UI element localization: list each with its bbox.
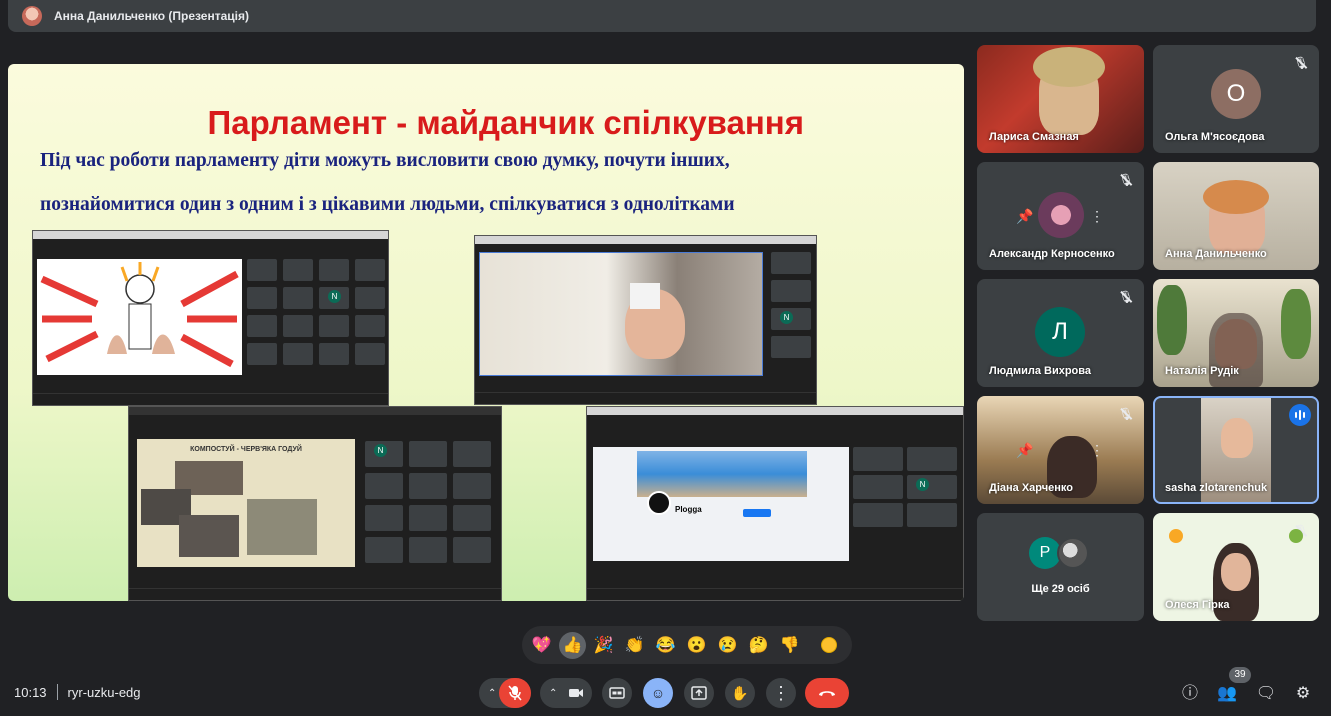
compost-slide-text: КОМПОСТУЙ - ЧЕРВ'ЯКА ГОДУЙ <box>190 446 302 453</box>
captions-icon <box>609 687 625 699</box>
people-count-badge: 39 <box>1229 667 1251 683</box>
participant-name: Людмила Вихрова <box>989 365 1092 377</box>
participant-name: Лариса Смазная <box>989 131 1079 143</box>
avatar: Л <box>1035 307 1085 357</box>
participant-name: Александр Керносенко <box>989 248 1115 260</box>
facebook-page-name: Plogga <box>675 505 702 514</box>
skin-tone-selector[interactable] <box>821 637 837 653</box>
end-call-icon <box>819 691 835 696</box>
participant-tile[interactable]: Лариса Смазная <box>977 45 1144 153</box>
participant-tile[interactable]: 🎙 📌 ⋮ Александр Керносенко <box>977 162 1144 270</box>
slide-text-line-1: Під час роботи парламенту діти можуть ви… <box>40 150 730 171</box>
raise-hand-button[interactable]: ✋ <box>725 678 755 708</box>
avatar: О <box>1211 69 1261 119</box>
reaction-thinking[interactable]: 🤔 <box>745 632 772 659</box>
tile-tools: 📌 ⋮ <box>1013 204 1109 228</box>
participant-name: Діана Харченко <box>989 482 1073 494</box>
present-icon <box>691 686 707 700</box>
slide-text-line-2: познайомитися один з одним і з цікавими … <box>40 194 735 215</box>
avatar <box>1057 537 1089 569</box>
reaction-laugh[interactable]: 😂 <box>652 632 679 659</box>
slide-screenshot-3: КОМПОСТУЙ - ЧЕРВ'ЯКА ГОДУЙ <box>128 406 502 601</box>
tile-tools: 📌 ⋮ <box>1013 438 1109 462</box>
mic-toggle-button[interactable] <box>499 678 531 708</box>
slide-screenshot-4: Plogga <box>586 406 964 601</box>
chat-icon[interactable]: 🗨 <box>1254 682 1278 706</box>
pin-icon[interactable]: 📌 <box>1013 438 1037 462</box>
participant-tile[interactable]: Анна Данильченко <box>1153 162 1319 270</box>
participant-name: Наталія Рудік <box>1165 365 1239 377</box>
participant-name: Анна Данильченко <box>1165 248 1267 260</box>
mic-off-icon: 🎙 <box>1118 407 1134 421</box>
more-vert-icon[interactable]: ⋮ <box>1085 438 1109 462</box>
more-participants-label: Ще 29 осіб <box>1031 583 1090 595</box>
camera-icon <box>569 689 583 697</box>
mic-off-icon: 🎙 <box>1118 173 1134 187</box>
presenter-bar: Анна Данильченко (Презентація) <box>8 0 1316 32</box>
slide-title: Парламент - майданчик спілкування <box>207 104 805 141</box>
reaction-party[interactable]: 🎉 <box>590 632 617 659</box>
stress-illustration <box>40 262 239 368</box>
reaction-heart[interactable]: 💖 <box>528 632 555 659</box>
presenter-avatar <box>22 6 42 26</box>
reaction-clap[interactable]: 👏 <box>621 632 648 659</box>
participant-tile[interactable]: 🎙 Наталія Рудік <box>1153 279 1319 387</box>
camera-toggle-button[interactable] <box>561 678 591 708</box>
chevron-up-icon[interactable]: ⌃ <box>549 688 557 699</box>
info-icon[interactable]: ⓘ <box>1178 682 1202 706</box>
speaking-indicator-icon <box>1289 404 1311 426</box>
reaction-thumbs-down[interactable]: 👎 <box>776 632 803 659</box>
pin-icon[interactable]: 📌 <box>1013 204 1037 228</box>
more-options-button[interactable]: ⋮ <box>766 678 796 708</box>
captions-button[interactable] <box>602 678 632 708</box>
clock-time: 10:13 <box>14 684 47 700</box>
people-icon[interactable]: 👥 <box>1215 682 1239 706</box>
chevron-up-icon[interactable]: ⌃ <box>488 688 496 699</box>
participant-tile[interactable]: 🎙 О Ольга М'ясоєдова <box>1153 45 1319 153</box>
emoji-reaction-button[interactable]: ☺ <box>643 678 673 708</box>
reaction-sad[interactable]: 😢 <box>714 632 741 659</box>
participant-name: Ольга М'ясоєдова <box>1165 131 1265 143</box>
participant-tile[interactable]: 🎙 📌 ⋮ Діана Харченко <box>977 396 1144 504</box>
mic-off-icon: 🎙 <box>1293 56 1309 70</box>
participant-name: Олеся Гірка <box>1165 599 1230 611</box>
meeting-code: ryr-uzku-edg <box>67 684 141 700</box>
more-vert-icon[interactable]: ⋮ <box>1085 204 1109 228</box>
mic-off-icon <box>508 685 522 701</box>
presentation-slide: Парламент - майданчик спілкування Під ча… <box>8 64 964 601</box>
reaction-thumbs-up[interactable]: 👍 <box>559 631 586 659</box>
end-call-button[interactable] <box>805 678 849 708</box>
reactions-bar: 💖 👍 🎉 👏 😂 😮 😢 🤔 👎 <box>522 626 852 664</box>
participant-tile[interactable]: 🎙 Л Людмила Вихрова <box>977 279 1144 387</box>
reaction-surprised[interactable]: 😮 <box>683 632 710 659</box>
mic-off-icon: 🎙 <box>1118 290 1134 304</box>
participant-name: sasha zlotarenchuk <box>1165 482 1268 494</box>
raise-hand-icon: ✋ <box>731 684 749 701</box>
emoji-icon: ☺ <box>650 685 666 701</box>
more-vert-icon: ⋮ <box>772 682 790 703</box>
slide-screenshot-2 <box>474 235 817 405</box>
present-button[interactable] <box>684 678 714 708</box>
activities-icon[interactable]: ⚙ <box>1291 682 1315 706</box>
participant-tile-active[interactable]: sasha zlotarenchuk <box>1153 396 1319 504</box>
meeting-details: 10:13 ryr-uzku-edg <box>14 684 141 700</box>
more-participants-tile[interactable]: Р Ще 29 осіб <box>977 513 1144 621</box>
presentation-title: Анна Данильченко (Презентація) <box>54 9 249 23</box>
slide-screenshot-1 <box>32 230 389 406</box>
participant-tile[interactable]: 🎙 Олеся Гірка <box>1153 513 1319 621</box>
